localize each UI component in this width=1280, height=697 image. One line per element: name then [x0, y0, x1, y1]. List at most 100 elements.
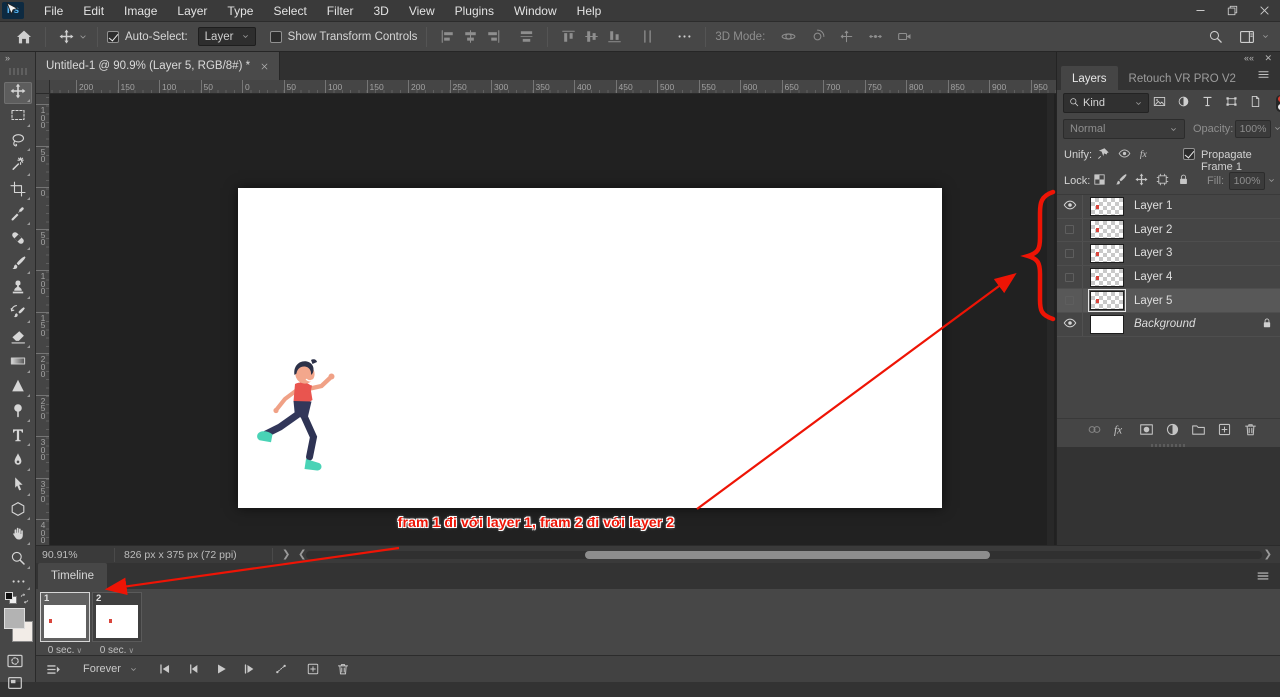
workspace-icon[interactable] — [1235, 29, 1259, 45]
layer-name[interactable]: Layer 2 — [1134, 224, 1254, 236]
chevron-down-icon[interactable] — [78, 32, 88, 42]
chevron-down-icon[interactable]: ∨ — [76, 646, 82, 655]
layer-thumbnail[interactable] — [1090, 291, 1124, 310]
horizontal-ruler[interactable]: 2001501005005010015020025030035040045050… — [36, 80, 1056, 94]
chevron-down-icon[interactable]: ∨ — [128, 646, 134, 655]
tab-close-icon[interactable] — [260, 62, 269, 71]
menu-filter[interactable]: Filter — [317, 0, 364, 22]
document-tab[interactable]: Untitled-1 @ 90.9% (Layer 5, RGB/8#) * — [36, 52, 280, 80]
chevron-down-icon[interactable] — [1261, 32, 1270, 41]
menu-layer[interactable]: Layer — [167, 0, 217, 22]
tween-button[interactable] — [274, 662, 288, 676]
align-left-button[interactable] — [436, 29, 459, 44]
lock-artboard-icon[interactable] — [1156, 173, 1169, 189]
duplicate-frame-button[interactable] — [306, 662, 320, 676]
auto-select-checkbox[interactable] — [107, 31, 119, 43]
lasso-tool[interactable] — [4, 131, 32, 153]
close-button[interactable] — [1248, 0, 1280, 22]
filter-image-icon[interactable] — [1153, 95, 1166, 111]
layer-name[interactable]: Layer 5 — [1134, 295, 1254, 307]
default-foreground-swatch[interactable] — [5, 592, 13, 600]
menu-3d[interactable]: 3D — [363, 0, 398, 22]
tab-retouch[interactable]: Retouch VR PRO V2 — [1118, 66, 1247, 91]
menu-edit[interactable]: Edit — [73, 0, 114, 22]
eraser-tool[interactable] — [4, 328, 32, 350]
layer-row-background[interactable]: Background — [1057, 313, 1280, 337]
visibility-toggle[interactable] — [1057, 266, 1083, 289]
blur-tool[interactable] — [4, 377, 32, 399]
frame-1[interactable]: 1 — [40, 592, 90, 642]
chevron-down-icon[interactable] — [1267, 176, 1276, 185]
visibility-toggle[interactable] — [1057, 242, 1083, 265]
move-tool[interactable] — [4, 82, 32, 104]
opacity-value[interactable]: 100% — [1235, 120, 1271, 138]
menu-view[interactable]: View — [399, 0, 445, 22]
menu-file[interactable]: File — [34, 0, 73, 22]
vertical-scrollbar[interactable] — [1047, 94, 1054, 545]
eyedropper-tool[interactable] — [4, 205, 32, 227]
align-bottom-button[interactable] — [603, 29, 626, 44]
new-layer-icon[interactable] — [1217, 422, 1232, 440]
ruler-corner[interactable] — [36, 80, 50, 94]
tab-layers[interactable]: Layers — [1061, 66, 1118, 91]
menu-select[interactable]: Select — [263, 0, 316, 22]
layer-row-layer-5[interactable]: Layer 5 — [1057, 289, 1280, 313]
slide-3d-icon[interactable] — [864, 29, 887, 44]
restore-button[interactable] — [1216, 0, 1248, 22]
screen-mode-button[interactable] — [6, 674, 24, 697]
filter-shape-icon[interactable] — [1225, 95, 1238, 111]
filter-smart-object-icon[interactable] — [1249, 95, 1262, 111]
layer-name[interactable]: Layer 1 — [1134, 200, 1254, 212]
menu-type[interactable]: Type — [217, 0, 263, 22]
auto-select-target-dropdown[interactable]: Layer — [198, 27, 256, 46]
adjustment-layer-icon[interactable] — [1165, 422, 1180, 440]
collapse-panels-icon[interactable]: «« — [1244, 53, 1254, 63]
history-brush-tool[interactable] — [4, 303, 32, 325]
hand-tool[interactable] — [4, 525, 32, 547]
frame-thumbnail[interactable] — [44, 605, 86, 638]
pan-3d-icon[interactable] — [835, 29, 858, 44]
propagate-checkbox[interactable] — [1183, 148, 1195, 160]
link-layers-icon[interactable] — [1087, 422, 1102, 440]
minimize-button[interactable] — [1184, 0, 1216, 22]
align-center-vertical-button[interactable] — [580, 29, 603, 44]
menu-plugins[interactable]: Plugins — [445, 0, 504, 22]
layer-name[interactable]: Layer 3 — [1134, 247, 1254, 259]
delete-frame-button[interactable] — [336, 662, 350, 676]
layer-name[interactable]: Background — [1134, 318, 1254, 330]
marquee-tool[interactable] — [4, 107, 32, 129]
quick-selection-tool[interactable] — [4, 156, 32, 178]
search-icon[interactable] — [1204, 29, 1227, 44]
blend-mode-dropdown[interactable]: Normal — [1063, 119, 1185, 139]
pen-tool[interactable] — [4, 451, 32, 473]
distribute-horizontal-button[interactable] — [515, 29, 538, 44]
panel-menu-icon[interactable] — [1257, 68, 1270, 86]
type-tool[interactable] — [4, 426, 32, 448]
align-right-button[interactable] — [482, 29, 505, 44]
swap-colors-icon[interactable] — [19, 591, 30, 609]
gradient-tool[interactable] — [4, 353, 32, 375]
roll-3d-icon[interactable] — [806, 29, 829, 44]
menu-help[interactable]: Help — [567, 0, 612, 22]
orbit-3d-icon[interactable] — [777, 29, 800, 44]
distribute-vertical-button[interactable] — [636, 29, 659, 44]
layer-row-layer-4[interactable]: Layer 4 — [1057, 266, 1280, 290]
show-transform-checkbox[interactable] — [270, 31, 282, 43]
panel-resize-grip[interactable] — [1151, 444, 1187, 447]
more-options-button[interactable] — [673, 29, 696, 44]
camera-3d-icon[interactable] — [893, 29, 916, 44]
visibility-toggle[interactable] — [1057, 289, 1083, 312]
layer-thumbnail[interactable] — [1090, 244, 1124, 263]
layer-thumbnail[interactable] — [1090, 197, 1124, 216]
clone-stamp-tool[interactable] — [4, 279, 32, 301]
unify-style-icon[interactable]: fx — [1139, 147, 1152, 163]
foreground-color-swatch[interactable] — [4, 608, 25, 629]
first-frame-button[interactable] — [158, 662, 172, 676]
layer-name[interactable]: Layer 4 — [1134, 271, 1254, 283]
quick-mask-button[interactable] — [6, 652, 24, 675]
unify-position-icon[interactable] — [1097, 147, 1110, 163]
toolbar-expand-button[interactable]: » — [5, 53, 9, 63]
horizontal-scrollbar-track[interactable] — [306, 551, 1262, 559]
kind-filter-dropdown[interactable]: Kind — [1063, 93, 1149, 113]
layer-style-icon[interactable]: fx — [1113, 422, 1128, 440]
